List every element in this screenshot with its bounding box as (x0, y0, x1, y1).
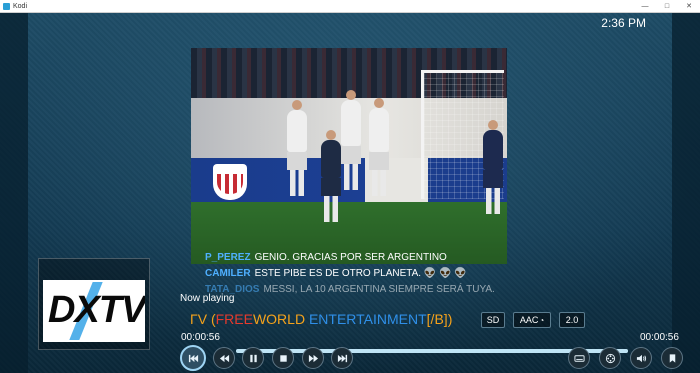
minimize-button[interactable]: — (634, 0, 656, 12)
track-title-part: ΓV ( (190, 311, 216, 327)
track-title-part: ENTERTAINMENT (308, 311, 427, 327)
bookmark-button[interactable] (661, 347, 683, 369)
fast-forward-button[interactable] (302, 347, 324, 369)
window-title-bar: Kodi — □ ✕ (0, 0, 700, 13)
audio-wave-icon: ◔ (539, 315, 545, 325)
next-button[interactable] (331, 347, 353, 369)
chat-text: GENIO. GRACIAS POR SER ARGENTINO (254, 252, 447, 263)
video-player-figure (321, 130, 341, 222)
subtitles-icon (573, 354, 585, 362)
video-frame[interactable] (191, 48, 507, 264)
audio-codec-badge: AAC ◔ (513, 312, 551, 328)
track-title-part: FREE (215, 311, 253, 327)
previous-button[interactable] (180, 345, 206, 371)
kodi-app-icon (3, 2, 10, 10)
elapsed-time: 00:00:56 (181, 332, 220, 343)
track-title: ΓV (FREEWORLD ENTERTAINMENT[/B]) (190, 311, 452, 327)
video-player-figure (341, 90, 361, 190)
subtitles-button[interactable] (568, 347, 590, 369)
chat-overlay: P_PEREZ GENIO. GRACIAS POR SER ARGENTINO … (205, 250, 495, 298)
video-settings-icon (605, 353, 615, 363)
stop-button[interactable] (272, 347, 294, 369)
track-title-part: WORLD (252, 311, 309, 327)
clock: 2:36 PM (601, 16, 646, 30)
now-playing-label: Now playing (180, 293, 235, 304)
video-player-figure (369, 98, 389, 196)
chat-message: TATA_DIOS MESSI, LA 10 ARGENTINA SIEMPRE … (205, 282, 495, 298)
close-button[interactable]: ✕ (678, 0, 700, 12)
stop-icon (279, 354, 287, 362)
bookmark-icon (669, 353, 675, 363)
window-title: Kodi (13, 2, 28, 10)
video-settings-button[interactable] (599, 347, 621, 369)
right-edge (672, 13, 700, 373)
chat-text: MESSI, LA 10 ARGENTINA SIEMPRE SERÁ TUYA… (263, 284, 495, 295)
rewind-icon (219, 354, 229, 362)
chat-message: P_PEREZ GENIO. GRACIAS POR SER ARGENTINO (205, 250, 495, 266)
channel-thumbnail: DXTV (38, 258, 150, 350)
maximize-button[interactable]: □ (656, 0, 678, 12)
fast-forward-icon (308, 354, 318, 362)
video-shield-logo (213, 164, 247, 200)
kodi-player: 2:36 PM P_PEREZ GENIO. GRACIAS POR SER AR… (0, 13, 700, 373)
rewind-button[interactable] (213, 347, 235, 369)
chat-text: ESTE PIBE ES DE OTRO PLANETA. 👽 👽 👽 (254, 268, 467, 279)
audio-codec-label: AAC (519, 315, 539, 325)
track-title-part: ) (447, 311, 453, 327)
video-player-figure (483, 120, 503, 214)
dxtv-logo: DXTV (43, 280, 145, 342)
previous-icon (188, 354, 198, 362)
total-time: 00:00:56 (640, 332, 679, 343)
volume-button[interactable] (630, 347, 652, 369)
audio-channels-badge: 2.0 (559, 312, 585, 328)
logo-text: DXTV (48, 289, 145, 331)
video-quality-badge: SD (481, 312, 505, 328)
chat-user: CAMILER (205, 268, 251, 279)
pause-button[interactable] (242, 347, 264, 369)
volume-icon (636, 354, 646, 362)
pause-icon (249, 354, 257, 362)
left-edge (0, 13, 28, 373)
chat-user: P_PEREZ (205, 252, 251, 263)
video-player-figure (287, 100, 307, 196)
next-icon (337, 354, 347, 362)
chat-message: CAMILER ESTE PIBE ES DE OTRO PLANETA. 👽 👽… (205, 266, 495, 282)
track-title-part: [/B] (426, 311, 448, 327)
